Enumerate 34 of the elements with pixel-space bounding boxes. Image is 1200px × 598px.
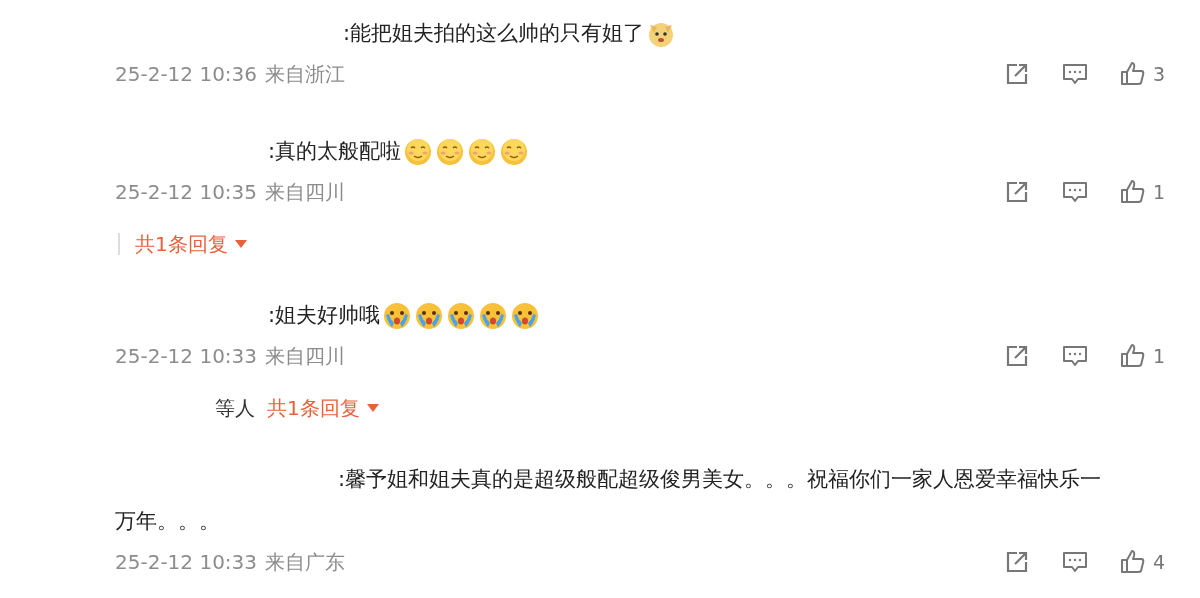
smile-emoji-icon xyxy=(467,137,498,167)
smile-emoji-icon xyxy=(403,137,434,167)
crying-emoji-icon xyxy=(414,301,445,331)
comment-time: 25-2-12 10:33 xyxy=(115,550,258,574)
comment-text: :真的太般配啦 xyxy=(115,130,1165,172)
like-count: 4 xyxy=(1152,551,1165,573)
like-count: 3 xyxy=(1152,63,1165,85)
thumbs-up-icon[interactable] xyxy=(1118,342,1147,370)
thumbs-up-icon[interactable] xyxy=(1118,60,1147,88)
replies-link[interactable]: 共1条回复 xyxy=(267,394,380,422)
comment-location: 来自广东 xyxy=(265,548,346,576)
crying-emoji-icon xyxy=(510,301,541,331)
comment-text: :姐夫好帅哦 xyxy=(115,294,1165,336)
replies-link[interactable]: 共1条回复 xyxy=(135,230,248,258)
crying-emoji-icon xyxy=(382,301,413,331)
thumbs-up-icon[interactable] xyxy=(1118,548,1147,576)
comment-time: 25-2-12 10:33 xyxy=(115,344,258,368)
smile-emoji-icon xyxy=(435,137,466,167)
reply-users-text: 等人 xyxy=(215,394,255,422)
comment-location: 来自四川 xyxy=(265,342,346,370)
comment-time: 25-2-12 10:35 xyxy=(115,180,258,204)
comment-text: :馨予姐和姐夫真的是超级般配超级俊男美女。。。祝福你们一家人恩爱幸福快乐一万年。。。 xyxy=(115,466,1103,535)
comment-location: 来自四川 xyxy=(265,178,346,206)
crying-emoji-icon xyxy=(446,301,477,331)
comment-time: 25-2-12 10:36 xyxy=(115,62,258,86)
caret-icon xyxy=(365,403,380,413)
thumbs-up-icon[interactable] xyxy=(1118,178,1147,206)
like-count: 1 xyxy=(1152,181,1165,203)
like-count: 1 xyxy=(1152,345,1165,367)
crying-emoji-icon xyxy=(478,301,509,331)
smile-emoji-icon xyxy=(499,137,530,167)
comment-location: 来自浙江 xyxy=(265,60,346,88)
caret-icon xyxy=(233,239,248,249)
comment-text: :能把姐夫拍的这么帅的只有姐了 xyxy=(115,12,1165,54)
